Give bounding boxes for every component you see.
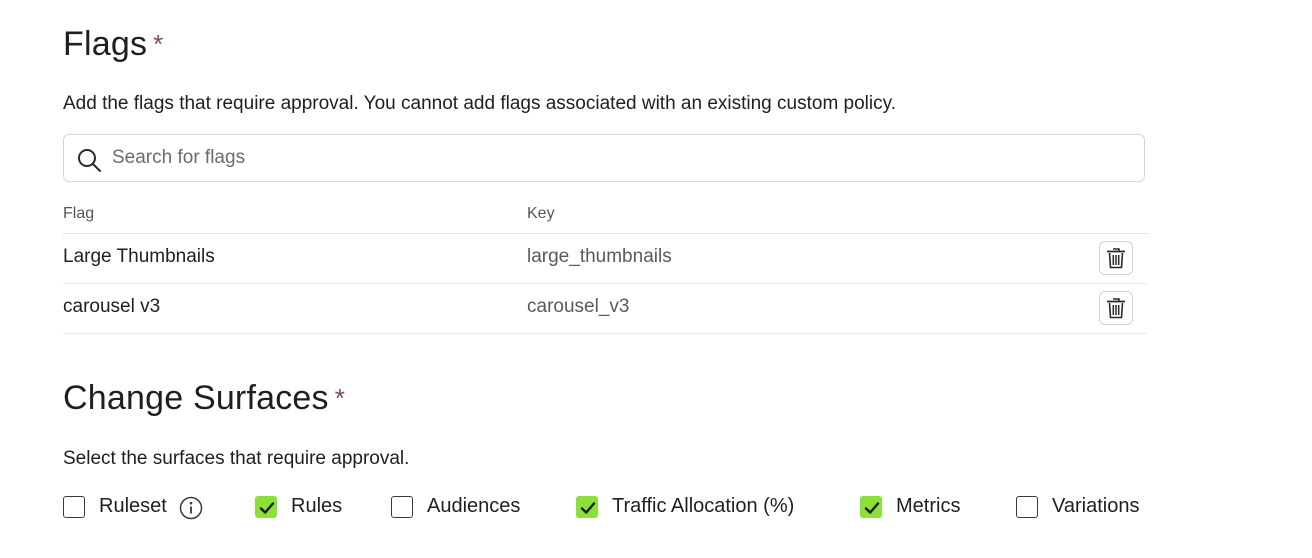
checkbox-box[interactable] [576,496,598,518]
approval-policy-page: Flags * Add the flags that require approv… [0,0,1312,558]
info-icon[interactable] [179,496,203,520]
flag-search-input[interactable] [112,143,1122,173]
required-marker: * [334,383,346,413]
table-row: carousel v3 carousel_v3 [63,284,1147,334]
surface-checkbox-group: Ruleset Rules Audiences Traffic Allocati… [63,492,1163,522]
table-row: Large Thumbnails large_thumbnails [63,234,1147,284]
table-header: Flag Key [63,200,1147,234]
column-header-key: Key [527,205,555,222]
flag-key-cell: large_thumbnails [527,246,672,267]
flag-name-cell: Large Thumbnails [63,246,215,267]
column-header-flag: Flag [63,205,95,222]
checkmark-icon [580,502,596,514]
delete-flag-button[interactable] [1099,291,1133,325]
flag-name-cell: carousel v3 [63,296,161,317]
flags-section-title: Flags * [63,24,163,66]
flags-title-text: Flags [63,25,148,63]
checkbox-label: Ruleset [99,495,167,517]
required-marker: * [153,29,164,59]
flag-key-cell: carousel_v3 [527,296,630,317]
checkbox-label: Metrics [896,495,961,517]
checkbox-box[interactable] [860,496,882,518]
trash-icon [1107,248,1125,269]
checkbox-label: Traffic Allocation (%) [612,495,795,517]
checkbox-box[interactable] [63,496,85,518]
checkmark-icon [864,502,880,514]
checkbox-box[interactable] [255,496,277,518]
surfaces-description: Select the surfaces that require approva… [63,448,410,469]
surfaces-title-text: Change Surfaces [63,379,329,417]
delete-flag-button[interactable] [1099,241,1133,275]
checkmark-icon [259,502,275,514]
checkbox-label: Rules [291,495,343,517]
checkbox-box[interactable] [391,496,413,518]
trash-icon [1107,298,1125,319]
search-icon [78,149,101,172]
flags-table: Flag Key Large Thumbnails large_thumbnai… [63,200,1147,334]
surfaces-section-title: Change Surfaces * [63,378,345,420]
checkbox-label: Variations [1052,495,1140,517]
flags-description: Add the flags that require approval. You… [63,93,896,114]
checkbox-label: Audiences [427,495,521,517]
flag-search-box[interactable] [63,134,1145,182]
checkbox-box[interactable] [1016,496,1038,518]
